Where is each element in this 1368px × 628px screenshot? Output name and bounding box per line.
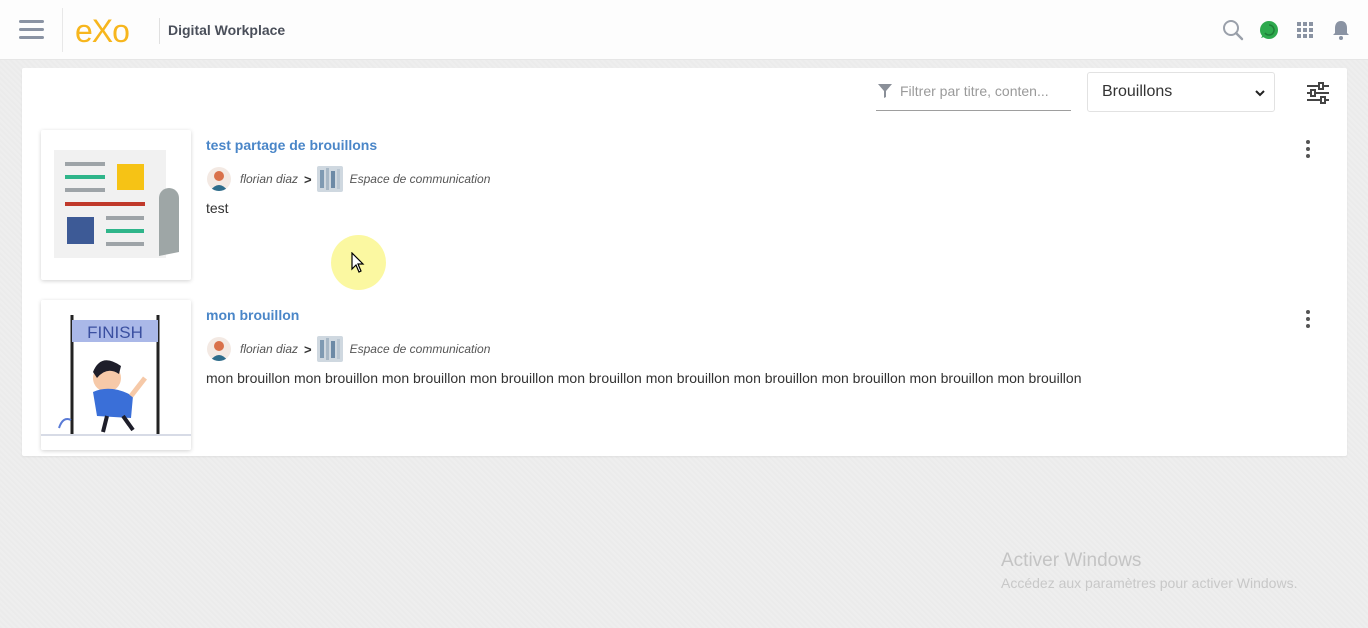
status-select-value: Brouillons — [1102, 83, 1173, 100]
article-meta: florian diaz > Espace de communication — [207, 166, 490, 192]
author-name[interactable]: florian diaz — [240, 342, 298, 356]
space-avatar[interactable] — [316, 166, 343, 192]
chat-icon[interactable] — [1257, 18, 1281, 42]
finish-line-illustration-icon: FINISH — [41, 300, 191, 450]
newspaper-illustration-icon — [54, 150, 179, 258]
exo-logo[interactable]: eXo — [75, 12, 149, 48]
filter-field[interactable] — [876, 72, 1071, 111]
company-name: Digital Workplace — [168, 22, 286, 38]
windows-activation-subtitle: Accédez aux paramètres pour activer Wind… — [1001, 575, 1298, 591]
windows-activation-title: Activer Windows — [1001, 550, 1142, 571]
articles-panel — [22, 68, 1347, 456]
space-name[interactable]: Espace de communication — [350, 172, 491, 186]
avatar[interactable] — [207, 167, 231, 191]
more-options-icon[interactable] — [1300, 307, 1316, 331]
divider — [159, 18, 160, 44]
space-name[interactable]: Espace de communication — [350, 342, 491, 356]
article-summary: mon brouillon mon brouillon mon brouillo… — [206, 370, 1082, 386]
hamburger-icon[interactable] — [19, 20, 44, 40]
article-title[interactable]: test partage de brouillons — [206, 137, 377, 153]
chevron-right-icon: > — [304, 341, 312, 357]
logo-text: eXo — [75, 13, 129, 48]
article-summary: test — [206, 200, 229, 216]
top-bar: eXo Digital Workplace — [0, 0, 1368, 60]
search-icon[interactable] — [1221, 18, 1245, 42]
filter-icon — [878, 84, 892, 98]
mouse-pointer-icon — [351, 252, 365, 273]
apps-grid-icon[interactable] — [1293, 18, 1317, 42]
chevron-right-icon: > — [304, 171, 312, 187]
article-thumbnail[interactable] — [41, 130, 191, 280]
article-meta: florian diaz > Espace de communication — [207, 336, 490, 362]
space-avatar[interactable] — [316, 336, 343, 362]
author-name[interactable]: florian diaz — [240, 172, 298, 186]
finish-banner-text: FINISH — [87, 323, 143, 342]
chevron-down-icon — [1255, 90, 1265, 97]
avatar[interactable] — [207, 337, 231, 361]
article-title[interactable]: mon brouillon — [206, 307, 299, 323]
divider — [62, 8, 63, 52]
article-thumbnail[interactable]: FINISH — [41, 300, 191, 450]
status-select[interactable]: Brouillons — [1087, 72, 1275, 112]
settings-sliders-icon[interactable] — [1305, 80, 1331, 106]
notification-bell-icon[interactable] — [1329, 18, 1353, 42]
filter-input[interactable] — [900, 83, 1070, 99]
more-options-icon[interactable] — [1300, 137, 1316, 161]
